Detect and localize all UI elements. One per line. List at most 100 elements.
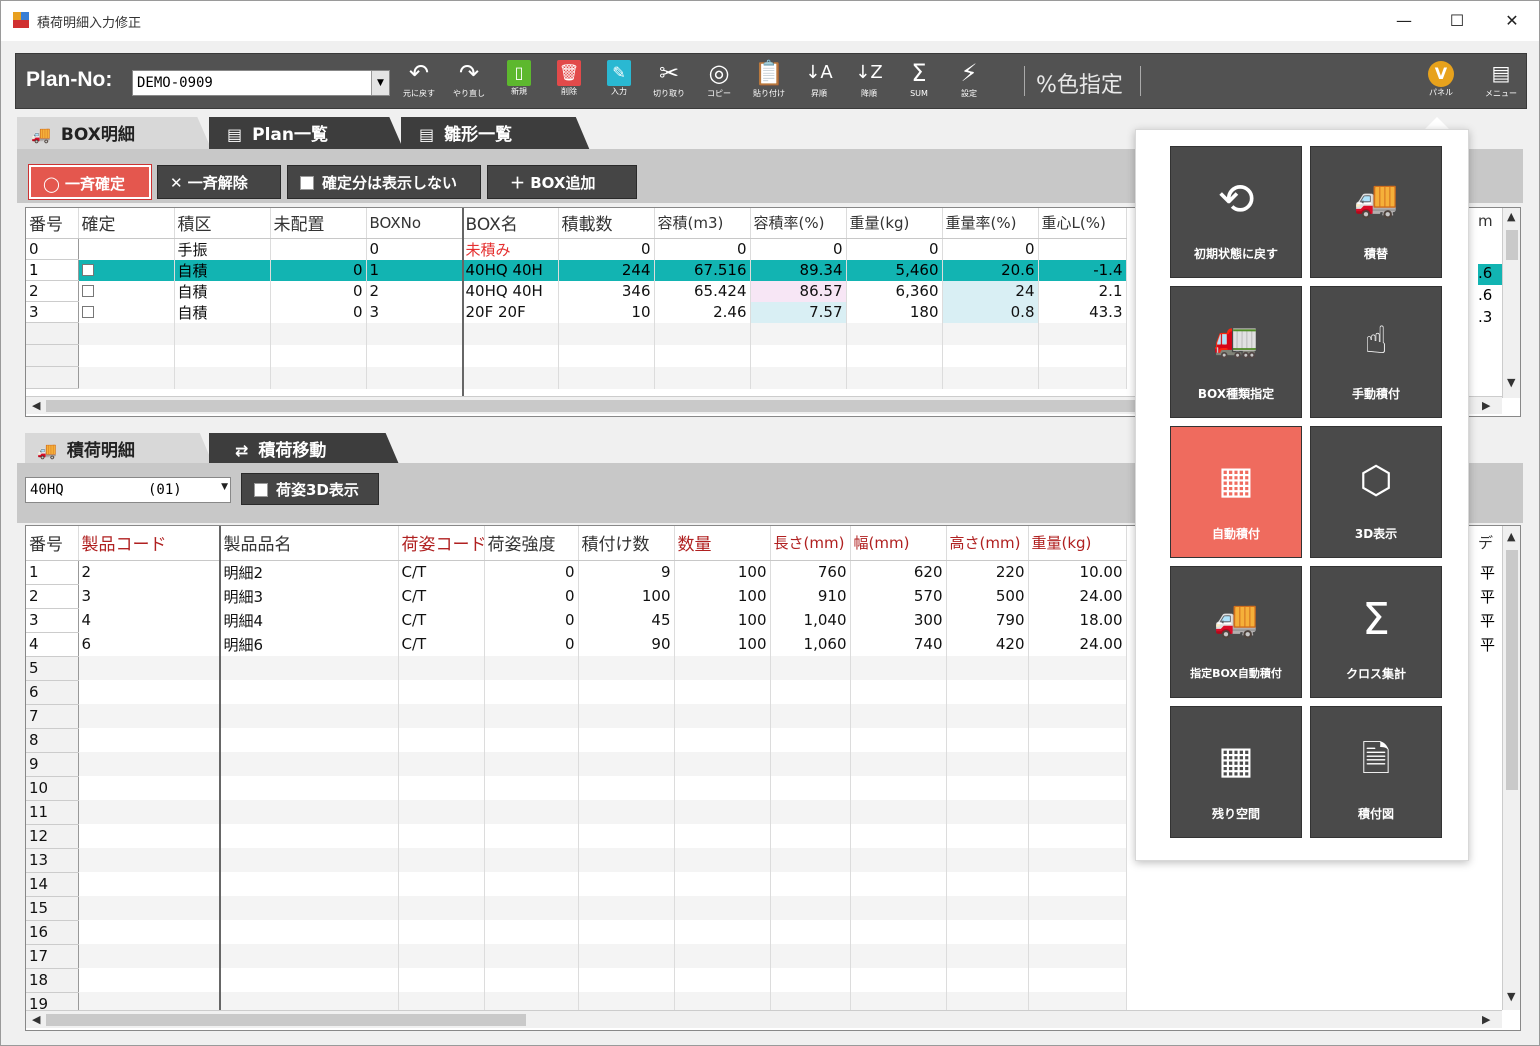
box-select[interactable]: 40HQ (01) ▼ — [25, 477, 231, 503]
pack-code-cell[interactable]: C/T — [398, 608, 485, 632]
weight-rate-cell[interactable]: 0.8 — [942, 301, 1039, 323]
scroll-left-icon[interactable]: ◀ — [32, 399, 40, 412]
grid-cell[interactable] — [484, 704, 579, 728]
grid-cell[interactable] — [770, 728, 851, 752]
length-cell[interactable]: 1,060 — [770, 632, 851, 656]
volume-cell[interactable]: 0 — [654, 238, 751, 260]
volume-rate-cell[interactable]: 89.34 — [750, 259, 847, 281]
grid-cell[interactable] — [1028, 968, 1127, 992]
grid-cell[interactable] — [398, 776, 485, 800]
grid-cell[interactable] — [946, 776, 1029, 800]
grid-cell[interactable] — [578, 800, 675, 824]
product-name-cell[interactable]: 明細3 — [220, 584, 399, 608]
grid-cell[interactable] — [398, 944, 485, 968]
boxno-cell[interactable]: 3 — [366, 301, 463, 323]
grid-cell[interactable] — [578, 968, 675, 992]
grid-cell[interactable] — [946, 728, 1029, 752]
quantity-cell[interactable]: 100 — [674, 632, 771, 656]
grid-cell[interactable] — [220, 968, 399, 992]
weight-rate-cell[interactable]: 0 — [942, 238, 1039, 260]
volume-rate-cell[interactable]: 86.57 — [750, 280, 847, 302]
grid-cell[interactable] — [78, 872, 221, 896]
table-row-empty[interactable] — [26, 322, 1127, 345]
pack-code-cell[interactable]: C/T — [398, 632, 485, 656]
grid-cell[interactable] — [946, 920, 1029, 944]
grid-cell[interactable] — [220, 728, 399, 752]
row-number[interactable]: 1 — [26, 560, 79, 585]
grid-cell[interactable] — [78, 944, 221, 968]
grid-cell[interactable] — [220, 656, 399, 680]
col-header[interactable]: 番号 — [26, 208, 79, 239]
grid-cell[interactable] — [78, 920, 221, 944]
grid-cell[interactable] — [78, 776, 221, 800]
scroll-right-icon[interactable]: ▶ — [1482, 399, 1490, 412]
count-cell[interactable]: 10 — [558, 301, 655, 323]
grid-cell[interactable] — [770, 848, 851, 872]
grid-cell[interactable] — [78, 680, 221, 704]
grid-cell[interactable] — [398, 680, 485, 704]
grid-cell[interactable] — [674, 752, 771, 776]
table-row-empty[interactable]: 17 — [26, 944, 1127, 969]
unplaced-cell[interactable] — [270, 238, 367, 260]
product-name-cell[interactable]: 明細4 — [220, 608, 399, 632]
row-number[interactable]: 3 — [26, 608, 79, 633]
boxno-cell[interactable]: 2 — [366, 280, 463, 302]
product-code-cell[interactable]: 6 — [78, 632, 221, 656]
panel-button[interactable]: V パネル — [1418, 58, 1464, 106]
confirm-checkbox[interactable] — [81, 264, 94, 276]
product-code-cell[interactable]: 3 — [78, 584, 221, 608]
grid-cell[interactable] — [220, 800, 399, 824]
grid-cell[interactable] — [78, 824, 221, 848]
grid-cell[interactable] — [484, 944, 579, 968]
grid-cell[interactable] — [946, 968, 1029, 992]
grid-cell[interactable] — [578, 704, 675, 728]
row-number[interactable]: 2 — [26, 584, 79, 609]
center-cell[interactable]: -1.4 — [1038, 259, 1127, 281]
scroll-down-icon[interactable]: ▼ — [1507, 376, 1515, 389]
pack-code-cell[interactable]: C/T — [398, 584, 485, 608]
grid-cell[interactable] — [398, 800, 485, 824]
row-number[interactable]: 14 — [26, 872, 79, 897]
grid-cell[interactable] — [398, 968, 485, 992]
grid-cell[interactable] — [946, 848, 1029, 872]
height-cell[interactable]: 790 — [946, 608, 1029, 632]
table-row[interactable]: 3 4 明細4 C/T 0 45 100 1,040 300 790 18.00 — [26, 608, 1127, 633]
weight-cell[interactable]: 24.00 — [1028, 584, 1127, 608]
weight-cell[interactable]: 6,360 — [846, 280, 943, 302]
grid-cell[interactable] — [578, 776, 675, 800]
col-header[interactable]: 積付け数 — [578, 526, 675, 561]
grid-cell[interactable] — [398, 896, 485, 920]
count-cell[interactable]: 346 — [558, 280, 655, 302]
grid-cell[interactable] — [946, 704, 1029, 728]
grid-cell[interactable] — [220, 680, 399, 704]
auto-stack-button[interactable]: ▦ 自動積付 — [1170, 426, 1302, 558]
grid-cell[interactable] — [850, 800, 947, 824]
stack-count-cell[interactable]: 9 — [578, 560, 675, 584]
col-header[interactable]: 幅(mm) — [850, 526, 947, 561]
row-number[interactable]: 18 — [26, 968, 79, 993]
grid-cell[interactable] — [578, 920, 675, 944]
table-row[interactable]: 2 3 明細3 C/T 0 100 100 910 570 500 24.00 — [26, 584, 1127, 609]
pack-code-cell[interactable]: C/T — [398, 560, 485, 584]
grid-cell[interactable] — [78, 704, 221, 728]
grid-cell[interactable] — [946, 824, 1029, 848]
scroll-thumb[interactable] — [1506, 550, 1518, 790]
grid-cell[interactable] — [850, 824, 947, 848]
grid-cell[interactable] — [946, 680, 1029, 704]
kubun-cell[interactable]: 自積 — [174, 259, 271, 281]
weight-cell[interactable]: 18.00 — [1028, 608, 1127, 632]
col-header[interactable]: 積載数 — [558, 208, 655, 239]
grid-cell[interactable] — [770, 704, 851, 728]
col-header[interactable]: 長さ(mm) — [770, 526, 851, 561]
grid-cell[interactable] — [578, 680, 675, 704]
grid-cell[interactable] — [484, 656, 579, 680]
grid-cell[interactable] — [484, 776, 579, 800]
grid-cell[interactable] — [770, 680, 851, 704]
item-grid-hscroll[interactable]: ◀ ▶ — [26, 1010, 1502, 1028]
hide-confirmed-checkbox[interactable] — [300, 176, 314, 190]
height-cell[interactable]: 220 — [946, 560, 1029, 584]
col-header[interactable]: 番号 — [26, 526, 79, 561]
width-cell[interactable]: 620 — [850, 560, 947, 584]
row-number[interactable]: 0 — [26, 238, 79, 260]
box-name-cell[interactable]: 未積み — [462, 238, 559, 260]
